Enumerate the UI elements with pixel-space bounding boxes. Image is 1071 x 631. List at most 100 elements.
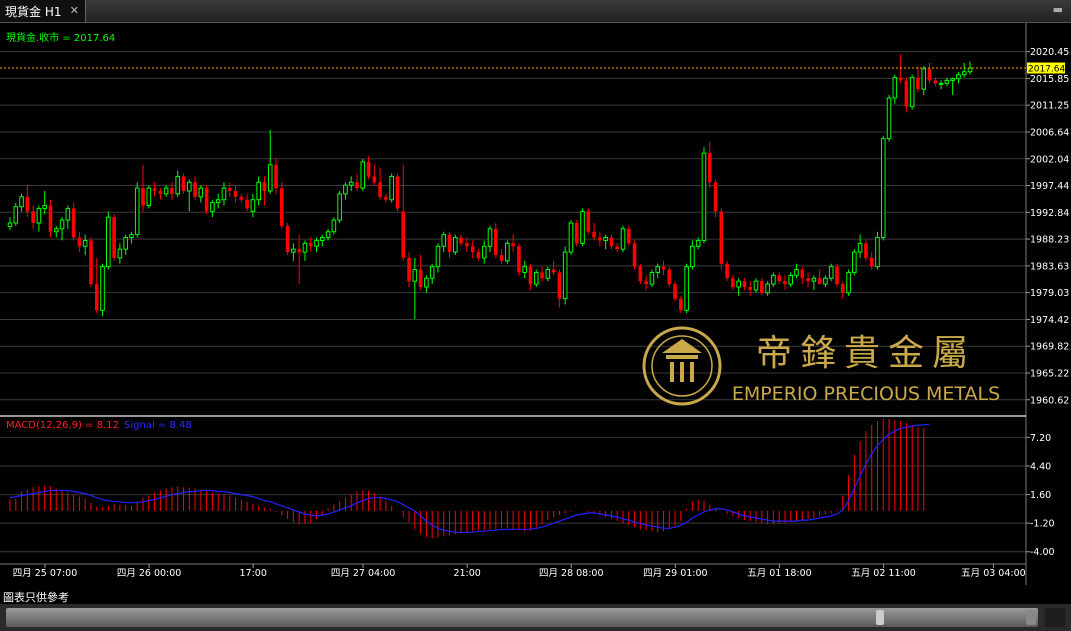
candle xyxy=(632,240,637,270)
candle-body xyxy=(921,68,927,90)
candle-body xyxy=(869,257,874,267)
macd-tick-label: -4.00 xyxy=(1030,547,1055,558)
macd-tick-label: 4.40 xyxy=(1030,461,1051,472)
candle-body xyxy=(325,231,331,239)
candle-body xyxy=(210,202,215,212)
price-tick-label: 1992.84 xyxy=(1030,208,1069,219)
candle xyxy=(846,269,851,296)
candle-body xyxy=(783,281,787,285)
minimize-icon[interactable]: ▬ xyxy=(1053,3,1063,16)
price-tick-label: 2020.45 xyxy=(1030,47,1069,58)
candle-body xyxy=(175,175,181,195)
price-tick-label: 2002.04 xyxy=(1030,154,1069,165)
price-tick-label: 1965.22 xyxy=(1030,368,1069,379)
scroll-handle-right[interactable] xyxy=(1026,610,1036,625)
scroll-end-button[interactable] xyxy=(1045,608,1065,627)
candle-body xyxy=(7,222,13,227)
price-chart[interactable]: 帝鋒貴金屬 EMPERIO PRECIOUS METALS 2020.45 201… xyxy=(0,23,1071,600)
candle-body xyxy=(499,255,504,261)
candle-body xyxy=(204,188,209,212)
macd-tick-label: -1.20 xyxy=(1030,519,1055,530)
candle xyxy=(880,135,886,241)
candle-body xyxy=(875,237,880,268)
candle-body xyxy=(89,240,93,285)
candle-body xyxy=(771,274,776,285)
candle xyxy=(453,234,458,255)
candle-body xyxy=(134,187,140,236)
candle-body xyxy=(355,182,359,189)
time-tick-label: 五月 01 18:00 xyxy=(747,568,812,579)
candle-body xyxy=(713,182,718,212)
candle-body xyxy=(933,80,938,84)
candle-body xyxy=(788,274,794,285)
candle xyxy=(89,237,93,287)
candle-body xyxy=(308,243,313,247)
candle xyxy=(285,223,290,255)
candle-body xyxy=(817,278,822,285)
candle xyxy=(620,225,626,253)
candle-body xyxy=(667,269,672,285)
candle-body xyxy=(280,188,284,226)
candle xyxy=(204,185,209,215)
candle-body xyxy=(615,246,620,250)
candle xyxy=(505,240,510,264)
candle-body xyxy=(586,211,591,232)
time-tick-label: 五月 03 04:00 xyxy=(961,568,1026,579)
candle xyxy=(701,147,707,244)
candle-body xyxy=(753,280,759,291)
candle-body xyxy=(493,228,498,255)
candle-body xyxy=(285,225,290,253)
macd-label: MACD(12,26,9) = 8.12 xyxy=(6,420,119,431)
candle-body xyxy=(53,228,59,233)
candle-body xyxy=(429,266,435,279)
candle-body xyxy=(794,269,799,276)
candle xyxy=(886,95,892,142)
candle-body xyxy=(233,191,238,197)
candle-body xyxy=(94,284,99,311)
candle-body xyxy=(331,219,337,233)
candle-body xyxy=(48,205,53,232)
candle xyxy=(852,249,857,276)
candle-body xyxy=(401,211,406,258)
candle-body xyxy=(679,298,683,311)
candle xyxy=(100,263,105,317)
time-tick-label: 四月 27 04:00 xyxy=(331,568,396,579)
close-icon[interactable]: ✕ xyxy=(70,4,79,17)
candle-body xyxy=(731,278,735,287)
candle-body xyxy=(886,97,892,140)
chart-tab-bar: 現貨金 H1 ✕ ▬ xyxy=(0,0,1071,23)
current-price-value: 2017.64 xyxy=(1028,65,1065,75)
chart-scrollbar[interactable] xyxy=(0,604,1071,631)
scroll-track[interactable] xyxy=(6,608,1038,627)
candle xyxy=(673,281,677,302)
candle-body xyxy=(661,266,666,270)
candle-body xyxy=(129,234,134,239)
candle-body xyxy=(811,277,817,282)
time-tick-label: 五月 02 11:00 xyxy=(851,568,916,579)
candle-body xyxy=(158,191,163,194)
candle-body xyxy=(441,234,447,247)
candle-body xyxy=(505,242,510,262)
candle-body xyxy=(528,266,533,285)
candle-body xyxy=(864,243,868,258)
macd-tick-label: 7.20 xyxy=(1030,433,1051,444)
current-price-tag: 2017.64 xyxy=(1027,62,1065,75)
candle-body xyxy=(291,248,296,253)
candle-body xyxy=(297,249,301,253)
candle-body xyxy=(470,246,475,253)
candle xyxy=(627,225,631,247)
candle-body xyxy=(950,78,955,81)
chart-tab[interactable]: 現貨金 H1 ✕ xyxy=(0,0,86,22)
candle-body xyxy=(337,193,342,221)
candle-body xyxy=(19,196,24,208)
candle-body xyxy=(742,281,747,287)
candle-body xyxy=(760,281,764,293)
candle-body xyxy=(649,271,655,285)
candle-body xyxy=(800,269,805,279)
candle-body xyxy=(540,272,544,279)
candle-body xyxy=(777,275,781,282)
scroll-handle-left[interactable] xyxy=(876,610,884,625)
candle-body xyxy=(909,77,915,108)
candle-body xyxy=(256,181,261,201)
candle xyxy=(106,211,111,270)
